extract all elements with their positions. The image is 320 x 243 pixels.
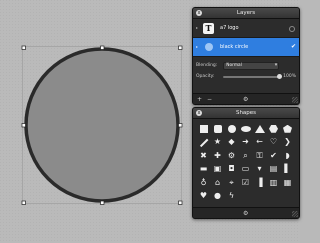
person-icon[interactable]: ♁ [197,176,210,190]
opacity-value: 100% [283,74,296,79]
blending-mode-select[interactable]: Normal [223,61,280,70]
resize-grip[interactable] [292,211,298,217]
text-layer-thumbnail: T [203,22,214,34]
shapes-titlebar[interactable]: x Shapes [193,108,299,119]
hexagon-icon[interactable] [267,122,280,136]
plus-icon[interactable]: ✚ [211,149,224,163]
speech-bubble-icon[interactable]: ◗ [281,149,294,163]
book-icon[interactable]: ▤ [267,163,280,177]
heart-outline-icon[interactable]: ♡ [267,136,280,150]
close-icon[interactable]: x [196,10,202,16]
check-icon[interactable]: ✔ [267,149,280,163]
gear-icon[interactable]: ⚙ [243,210,248,217]
resize-handle-top[interactable] [100,45,105,50]
lock-icon[interactable]: ⚿ [253,149,266,163]
resize-handle-left[interactable] [21,123,26,128]
resize-grip[interactable] [292,97,298,103]
panel-title: Layers [236,10,256,16]
arrow-left-icon[interactable]: ← [253,136,266,150]
resize-handle-bottom-right[interactable] [178,200,183,205]
magnifier-icon[interactable]: ⌕ [239,149,252,163]
empty-cell [267,190,280,204]
camera-icon[interactable]: ◘ [225,163,238,177]
shapes-grid: ★ ◆ ➜ ← ♡ ❯ ✖ ✚ ⚙ ⌕ ⚿ ✔ ◗ ▬ ▣ ◘ ▭ ▾ ▤ ▌ ♁ ⌂ ⌖ ☑ ▐ ▥ ▦ ♥ ● ϟ [193,119,299,205]
opacity-slider-knob[interactable] [276,73,282,79]
shape-layer-thumbnail [203,41,214,53]
empty-cell [239,190,252,204]
diamond-icon[interactable]: ◆ [225,136,238,150]
monitor-icon[interactable]: ▭ [239,163,252,177]
black-circle-shape[interactable] [24,47,180,203]
chevron-icon[interactable]: ❯ [281,136,294,150]
triangle-icon[interactable] [253,122,266,136]
layer-name: a7 logo [220,25,239,31]
pin-icon[interactable]: ⌖ [225,176,238,190]
pentagon-icon[interactable] [281,122,294,136]
add-layer-button[interactable]: + [197,96,202,103]
line-icon[interactable] [197,136,210,150]
resize-handle-right[interactable] [178,123,183,128]
arrow-right-icon[interactable]: ➜ [239,136,252,150]
square-icon[interactable] [197,122,210,136]
resize-handle-top-left[interactable] [21,45,26,50]
expand-arrow-icon[interactable]: ▸ [196,44,198,49]
resize-handle-top-right[interactable] [178,45,183,50]
bookmark-icon[interactable]: ▾ [253,163,266,177]
opacity-slider[interactable] [222,73,282,79]
panel-title: Shapes [235,110,257,116]
opacity-slider-fill [222,75,280,78]
empty-cell [281,190,294,204]
empty-cell [253,190,266,204]
visibility-dot-icon[interactable] [289,26,295,32]
rounded-square-icon[interactable] [211,122,224,136]
resize-handle-bottom-left[interactable] [21,200,26,205]
blending-label: Blending: [196,63,218,68]
bar-chart-icon[interactable]: ▐ [253,176,266,190]
shapes-footer: ⚙ [193,207,299,218]
star-icon[interactable]: ★ [211,136,224,150]
blending-row: Blending: Normal [193,60,299,71]
layer-row-a7-logo[interactable]: ▸ T a7 logo [193,19,299,38]
house-icon[interactable]: ⌂ [211,176,224,190]
picture-icon[interactable]: ▣ [211,163,224,177]
circle-icon[interactable] [225,122,238,136]
expand-arrow-icon[interactable]: ▸ [196,25,198,30]
signal-icon[interactable]: ▌ [281,163,294,177]
document-icon[interactable]: ▥ [267,176,280,190]
x-mark-icon[interactable]: ✖ [197,149,210,163]
layer-name: black circle [220,44,249,50]
layers-footer: + − ⚙ [193,93,299,104]
gear-icon[interactable]: ⚙ [225,149,238,163]
layers-titlebar[interactable]: x Layers [193,8,299,19]
visibility-check-icon[interactable]: ✔ [291,43,296,50]
resize-handle-bottom[interactable] [100,200,105,205]
folder-icon[interactable]: ▬ [197,163,210,177]
calendar-icon[interactable]: ▦ [281,176,294,190]
layers-panel: x Layers ▸ T a7 logo ▸ black circle ✔ Bl… [192,7,300,105]
layer-row-black-circle[interactable]: ▸ black circle ✔ [193,38,299,57]
checkmark-box-icon[interactable]: ☑ [239,176,252,190]
shapes-panel: x Shapes ★ ◆ ➜ ← ♡ ❯ ✖ ✚ ⚙ ⌕ ⚿ ✔ ◗ ▬ ▣ ◘ ▭ ▾ ▤ ▌ ♁ ⌂ ⌖ ☑ ▐ ▥ ▦ ♥ ● ϟ … [192,107,300,219]
gear-icon[interactable]: ⚙ [243,96,248,103]
drop-icon[interactable]: ● [211,190,224,204]
close-icon[interactable]: x [196,110,202,116]
ellipse-icon[interactable] [239,122,252,136]
lightning-icon[interactable]: ϟ [225,190,238,204]
opacity-row: Opacity: 100% [193,71,299,82]
heart-icon[interactable]: ♥ [197,190,210,204]
opacity-label: Opacity: [196,74,215,79]
remove-layer-button[interactable]: − [207,96,212,103]
